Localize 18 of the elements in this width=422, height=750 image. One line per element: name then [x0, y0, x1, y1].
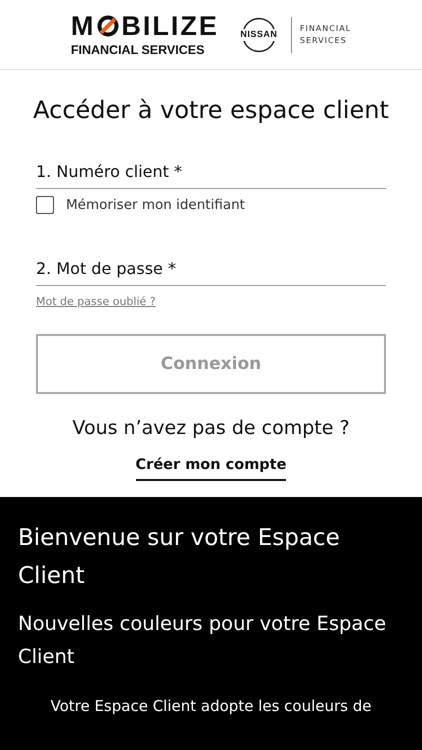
input-field[interactable]: 1. Numéro client * — [36, 160, 386, 189]
welcome-text: Votre Espace Client adopte les couleurs de — [49, 696, 373, 716]
input-field[interactable]: 2. Mot de passe * — [36, 257, 386, 286]
logo-text: BILIZE — [121, 12, 219, 40]
forgot-password-link[interactable]: Mot de passe oublié ? — [36, 294, 156, 311]
remember-checkbox[interactable] — [36, 196, 54, 214]
partner-logo-text: NISSAN — [240, 28, 278, 41]
logo-subtitle: FINANCIAL SERVICES — [70, 44, 204, 56]
checkbox-label: Mémoriser mon identifiant — [66, 196, 245, 215]
partner-subtitle: FINANCIAL — [300, 22, 352, 34]
welcome-subtitle: Nouvelles couleurs pour votre Espace Client — [18, 610, 388, 670]
create-account-link[interactable]: Créer mon compte — [136, 454, 286, 480]
logo-text: M — [70, 12, 96, 40]
slashed-o-icon — [97, 15, 120, 38]
welcome-title: Bienvenue sur votre Espace Client — [18, 524, 341, 590]
no-account-text: Vous n’avez pas de compte ? — [71, 416, 351, 442]
page-title: Accéder à votre espace client — [32, 95, 390, 126]
partner-subtitle: SERVICES — [300, 34, 348, 46]
